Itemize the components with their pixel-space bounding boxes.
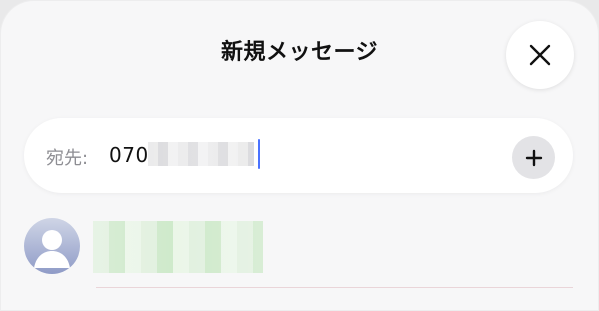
text-cursor xyxy=(258,139,260,169)
close-icon xyxy=(529,44,551,66)
add-contact-button[interactable] xyxy=(512,136,555,179)
blurred-phone-number xyxy=(148,142,254,166)
contact-suggestion[interactable] xyxy=(24,218,573,298)
recipient-input-value[interactable]: 070 xyxy=(109,143,149,167)
divider xyxy=(96,287,573,288)
to-label: 宛先: xyxy=(46,148,89,169)
avatar xyxy=(24,218,80,274)
plus-icon xyxy=(525,149,542,166)
person-icon xyxy=(34,230,70,268)
blurred-contact-name xyxy=(93,221,263,273)
to-field[interactable]: 宛先: 070 xyxy=(24,118,573,193)
close-button[interactable] xyxy=(506,21,574,89)
new-message-sheet: 新規メッセージ 宛先: 070 xyxy=(0,0,599,311)
